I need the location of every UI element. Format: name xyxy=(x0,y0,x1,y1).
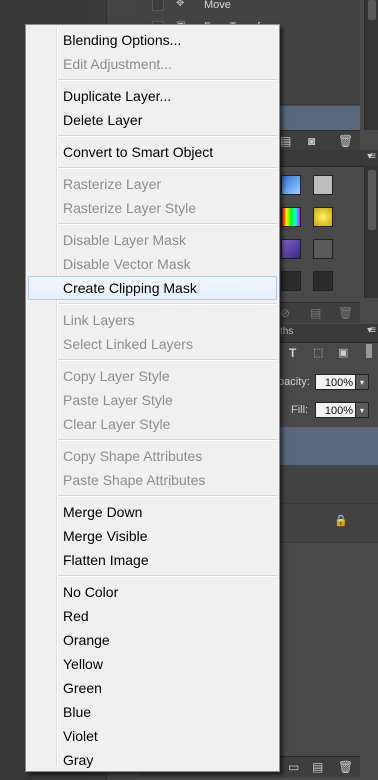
menu-item-convert-to-smart-object[interactable]: Convert to Smart Object xyxy=(28,140,277,164)
menu-item-copy-layer-style[interactable]: Copy Layer Style xyxy=(28,364,277,388)
new-layer-icon[interactable]: ▤ xyxy=(312,760,323,774)
menu-separator xyxy=(58,135,277,137)
menu-item-select-linked-layers[interactable]: Select Linked Layers xyxy=(28,332,277,356)
menu-item-edit-adjustment[interactable]: Edit Adjustment... xyxy=(28,52,277,76)
history-item-label: Move xyxy=(204,0,231,11)
layer-context-menu: Blending Options... Edit Adjustment... D… xyxy=(25,24,280,772)
scroll-thumb[interactable] xyxy=(368,0,376,20)
menu-item-color-orange[interactable]: Orange xyxy=(28,628,277,652)
style-swatch[interactable] xyxy=(281,271,301,291)
layer-row-selected[interactable] xyxy=(280,427,378,465)
menu-item-color-blue[interactable]: Blue xyxy=(28,700,277,724)
menu-separator xyxy=(58,575,277,577)
style-swatch[interactable] xyxy=(313,271,333,291)
scroll-thumb[interactable] xyxy=(368,170,376,230)
paths-tab[interactable]: ths xyxy=(280,326,293,337)
smart-object-filter-icon[interactable]: ▣ xyxy=(338,346,348,359)
opacity-dropdown-icon[interactable]: ▾ xyxy=(355,374,369,390)
menu-item-color-green[interactable]: Green xyxy=(28,676,277,700)
style-swatch[interactable] xyxy=(281,239,301,259)
layer-row[interactable] xyxy=(280,465,378,504)
menu-separator xyxy=(58,439,277,441)
menu-item-color-red[interactable]: Red xyxy=(28,604,277,628)
menu-item-color-none[interactable]: No Color xyxy=(28,580,277,604)
menu-item-rasterize-layer-style[interactable]: Rasterize Layer Style xyxy=(28,196,277,220)
style-swatch[interactable] xyxy=(313,175,333,195)
menu-item-duplicate-layer[interactable]: Duplicate Layer... xyxy=(28,84,277,108)
style-swatch[interactable] xyxy=(281,175,301,195)
menu-item-clear-layer-style[interactable]: Clear Layer Style xyxy=(28,412,277,436)
history-checkbox[interactable] xyxy=(152,0,164,11)
group-folder-icon[interactable]: ▭ xyxy=(288,760,299,774)
menu-item-paste-layer-style[interactable]: Paste Layer Style xyxy=(28,388,277,412)
trash-icon[interactable]: 🗑 xyxy=(338,134,353,148)
style-swatch[interactable] xyxy=(281,207,301,227)
style-swatch[interactable] xyxy=(313,207,333,227)
camera-icon[interactable]: ◙ xyxy=(308,134,315,148)
fill-dropdown-icon[interactable]: ▾ xyxy=(355,402,369,418)
cancel-icon[interactable]: ⊘ xyxy=(280,306,290,320)
menu-item-link-layers[interactable]: Link Layers xyxy=(28,308,277,332)
lock-icon: 🔒 xyxy=(334,515,348,527)
menu-separator xyxy=(58,303,277,305)
menu-separator xyxy=(58,223,277,225)
new-style-icon[interactable]: ▤ xyxy=(310,306,321,320)
menu-item-disable-vector-mask[interactable]: Disable Vector Mask xyxy=(28,252,277,276)
menu-item-flatten-image[interactable]: Flatten Image xyxy=(28,548,277,572)
history-item-move[interactable]: ✥ Move xyxy=(140,0,360,17)
menu-item-disable-layer-mask[interactable]: Disable Layer Mask xyxy=(28,228,277,252)
trash-icon[interactable]: 🗑 xyxy=(338,760,353,774)
menu-separator xyxy=(58,79,277,81)
history-scrollbar[interactable] xyxy=(364,0,378,130)
filter-toggle[interactable] xyxy=(366,344,372,358)
panel-menu-icon[interactable]: ▾≡ xyxy=(367,151,376,162)
menu-item-paste-shape-attributes[interactable]: Paste Shape Attributes xyxy=(28,468,277,492)
shape-filter-icon[interactable]: ⬚ xyxy=(313,346,323,359)
styles-scrollbar[interactable] xyxy=(364,166,378,298)
menu-separator xyxy=(58,495,277,497)
menu-item-delete-layer[interactable]: Delete Layer xyxy=(28,108,277,132)
menu-item-merge-visible[interactable]: Merge Visible xyxy=(28,524,277,548)
menu-item-merge-down[interactable]: Merge Down xyxy=(28,500,277,524)
menu-item-color-yellow[interactable]: Yellow xyxy=(28,652,277,676)
menu-item-color-gray[interactable]: Gray xyxy=(28,748,277,772)
menu-separator xyxy=(58,359,277,361)
style-swatch[interactable] xyxy=(313,239,333,259)
type-filter-icon[interactable]: T xyxy=(289,346,296,360)
opacity-label: pacity: xyxy=(278,376,310,388)
new-document-icon[interactable]: ▤ xyxy=(280,134,291,148)
menu-item-color-violet[interactable]: Violet xyxy=(28,724,277,748)
move-icon: ✥ xyxy=(176,0,185,9)
menu-item-create-clipping-mask[interactable]: Create Clipping Mask xyxy=(28,276,277,300)
menu-item-rasterize-layer[interactable]: Rasterize Layer xyxy=(28,172,277,196)
menu-item-blending-options[interactable]: Blending Options... xyxy=(28,28,277,52)
layer-row[interactable]: 🔒 xyxy=(280,504,378,543)
panel-menu-icon[interactable]: ▾≡ xyxy=(367,325,376,336)
menu-item-copy-shape-attributes[interactable]: Copy Shape Attributes xyxy=(28,444,277,468)
menu-separator xyxy=(58,167,277,169)
fill-label: Fill: xyxy=(291,404,309,416)
trash-icon[interactable]: 🗑 xyxy=(338,306,353,320)
